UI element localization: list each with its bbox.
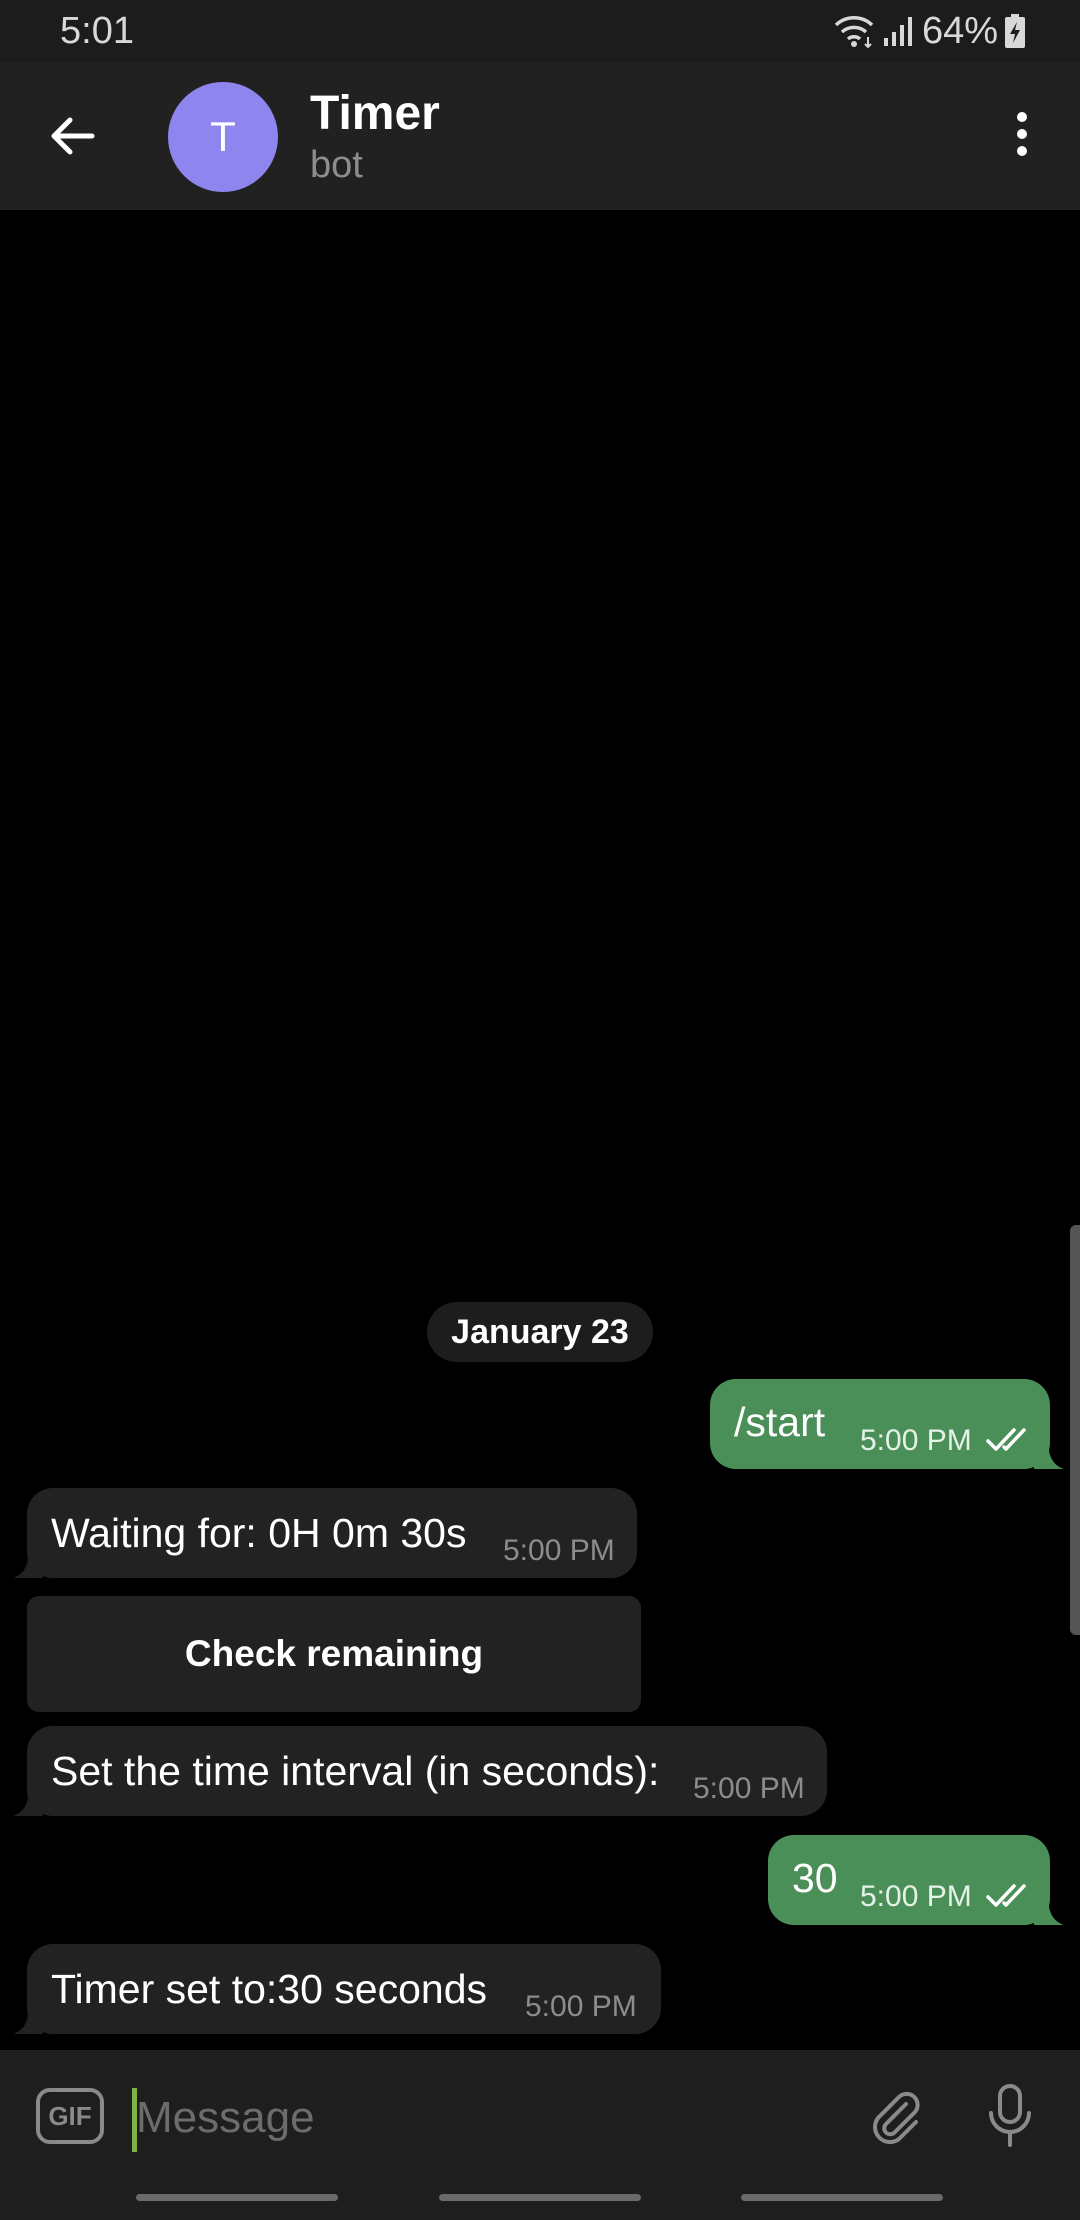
bubble-tail (13, 1548, 43, 1578)
fast-scroll-handle[interactable] (1070, 1225, 1080, 1635)
system-nav-bar (0, 2180, 1080, 2220)
back-arrow-icon (48, 116, 96, 161)
back-gesture-handle[interactable] (741, 2194, 943, 2201)
bubble-tail (13, 2004, 43, 2034)
message-time: 5:00 PM (693, 1772, 805, 1805)
message-time: 5:00 PM (525, 1990, 637, 2023)
microphone-icon (985, 2083, 1035, 2154)
message-composer: GIF (0, 2050, 1080, 2180)
gif-button[interactable]: GIF (36, 2088, 104, 2144)
signal-icon (882, 14, 916, 48)
message-text: Waiting for: 0H 0m 30s (51, 1510, 467, 1556)
double-check-icon (986, 1883, 1034, 1914)
battery-percent: 64% (921, 9, 998, 52)
bubble-tail (13, 1786, 43, 1816)
check-remaining-button[interactable]: Check remaining (27, 1596, 641, 1712)
message-text: 30 (792, 1855, 838, 1901)
wifi-icon (832, 13, 876, 49)
message-time: 5:00 PM (860, 1880, 972, 1913)
home-gesture-handle[interactable] (439, 2194, 641, 2201)
recents-gesture-handle[interactable] (136, 2194, 338, 2201)
status-icons: 64% (832, 8, 1026, 54)
chat-title[interactable]: Timer (310, 86, 440, 141)
message-text: Timer set to:30 seconds (51, 1966, 488, 2012)
message-time: 5:00 PM (860, 1424, 972, 1457)
attach-button[interactable] (858, 2080, 934, 2156)
incoming-message[interactable]: Set the time interval (in seconds): 5:00… (13, 1726, 827, 1816)
chat-subtitle: bot (310, 144, 363, 186)
incoming-message[interactable]: Timer set to:30 seconds 5:00 PM (13, 1944, 661, 2034)
message-time: 5:00 PM (503, 1534, 615, 1567)
more-vertical-icon (1015, 111, 1029, 162)
bubble-tail (1034, 1439, 1064, 1469)
status-bar: 5:01 64% (0, 0, 1080, 62)
avatar[interactable]: T (168, 82, 278, 192)
date-separator: January 23 (427, 1302, 653, 1362)
status-time: 5:01 (60, 10, 134, 52)
message-input[interactable] (136, 2080, 756, 2156)
message-text: Set the time interval (in seconds): (51, 1748, 660, 1794)
attach-icon (866, 2086, 926, 2151)
more-options-button[interactable] (990, 104, 1054, 168)
battery-charging-icon (1004, 13, 1026, 49)
chat-header: T Timer bot (0, 62, 1080, 210)
outgoing-message[interactable]: 30 5:00 PM (768, 1835, 1064, 1925)
back-button[interactable] (36, 102, 108, 174)
voice-record-button[interactable] (972, 2080, 1048, 2156)
bubble-tail (1034, 1895, 1064, 1925)
message-text: /start (734, 1399, 826, 1445)
double-check-icon (986, 1427, 1034, 1458)
incoming-message[interactable]: Waiting for: 0H 0m 30s 5:00 PM (13, 1488, 637, 1578)
outgoing-message[interactable]: /start 5:00 PM (710, 1379, 1064, 1469)
